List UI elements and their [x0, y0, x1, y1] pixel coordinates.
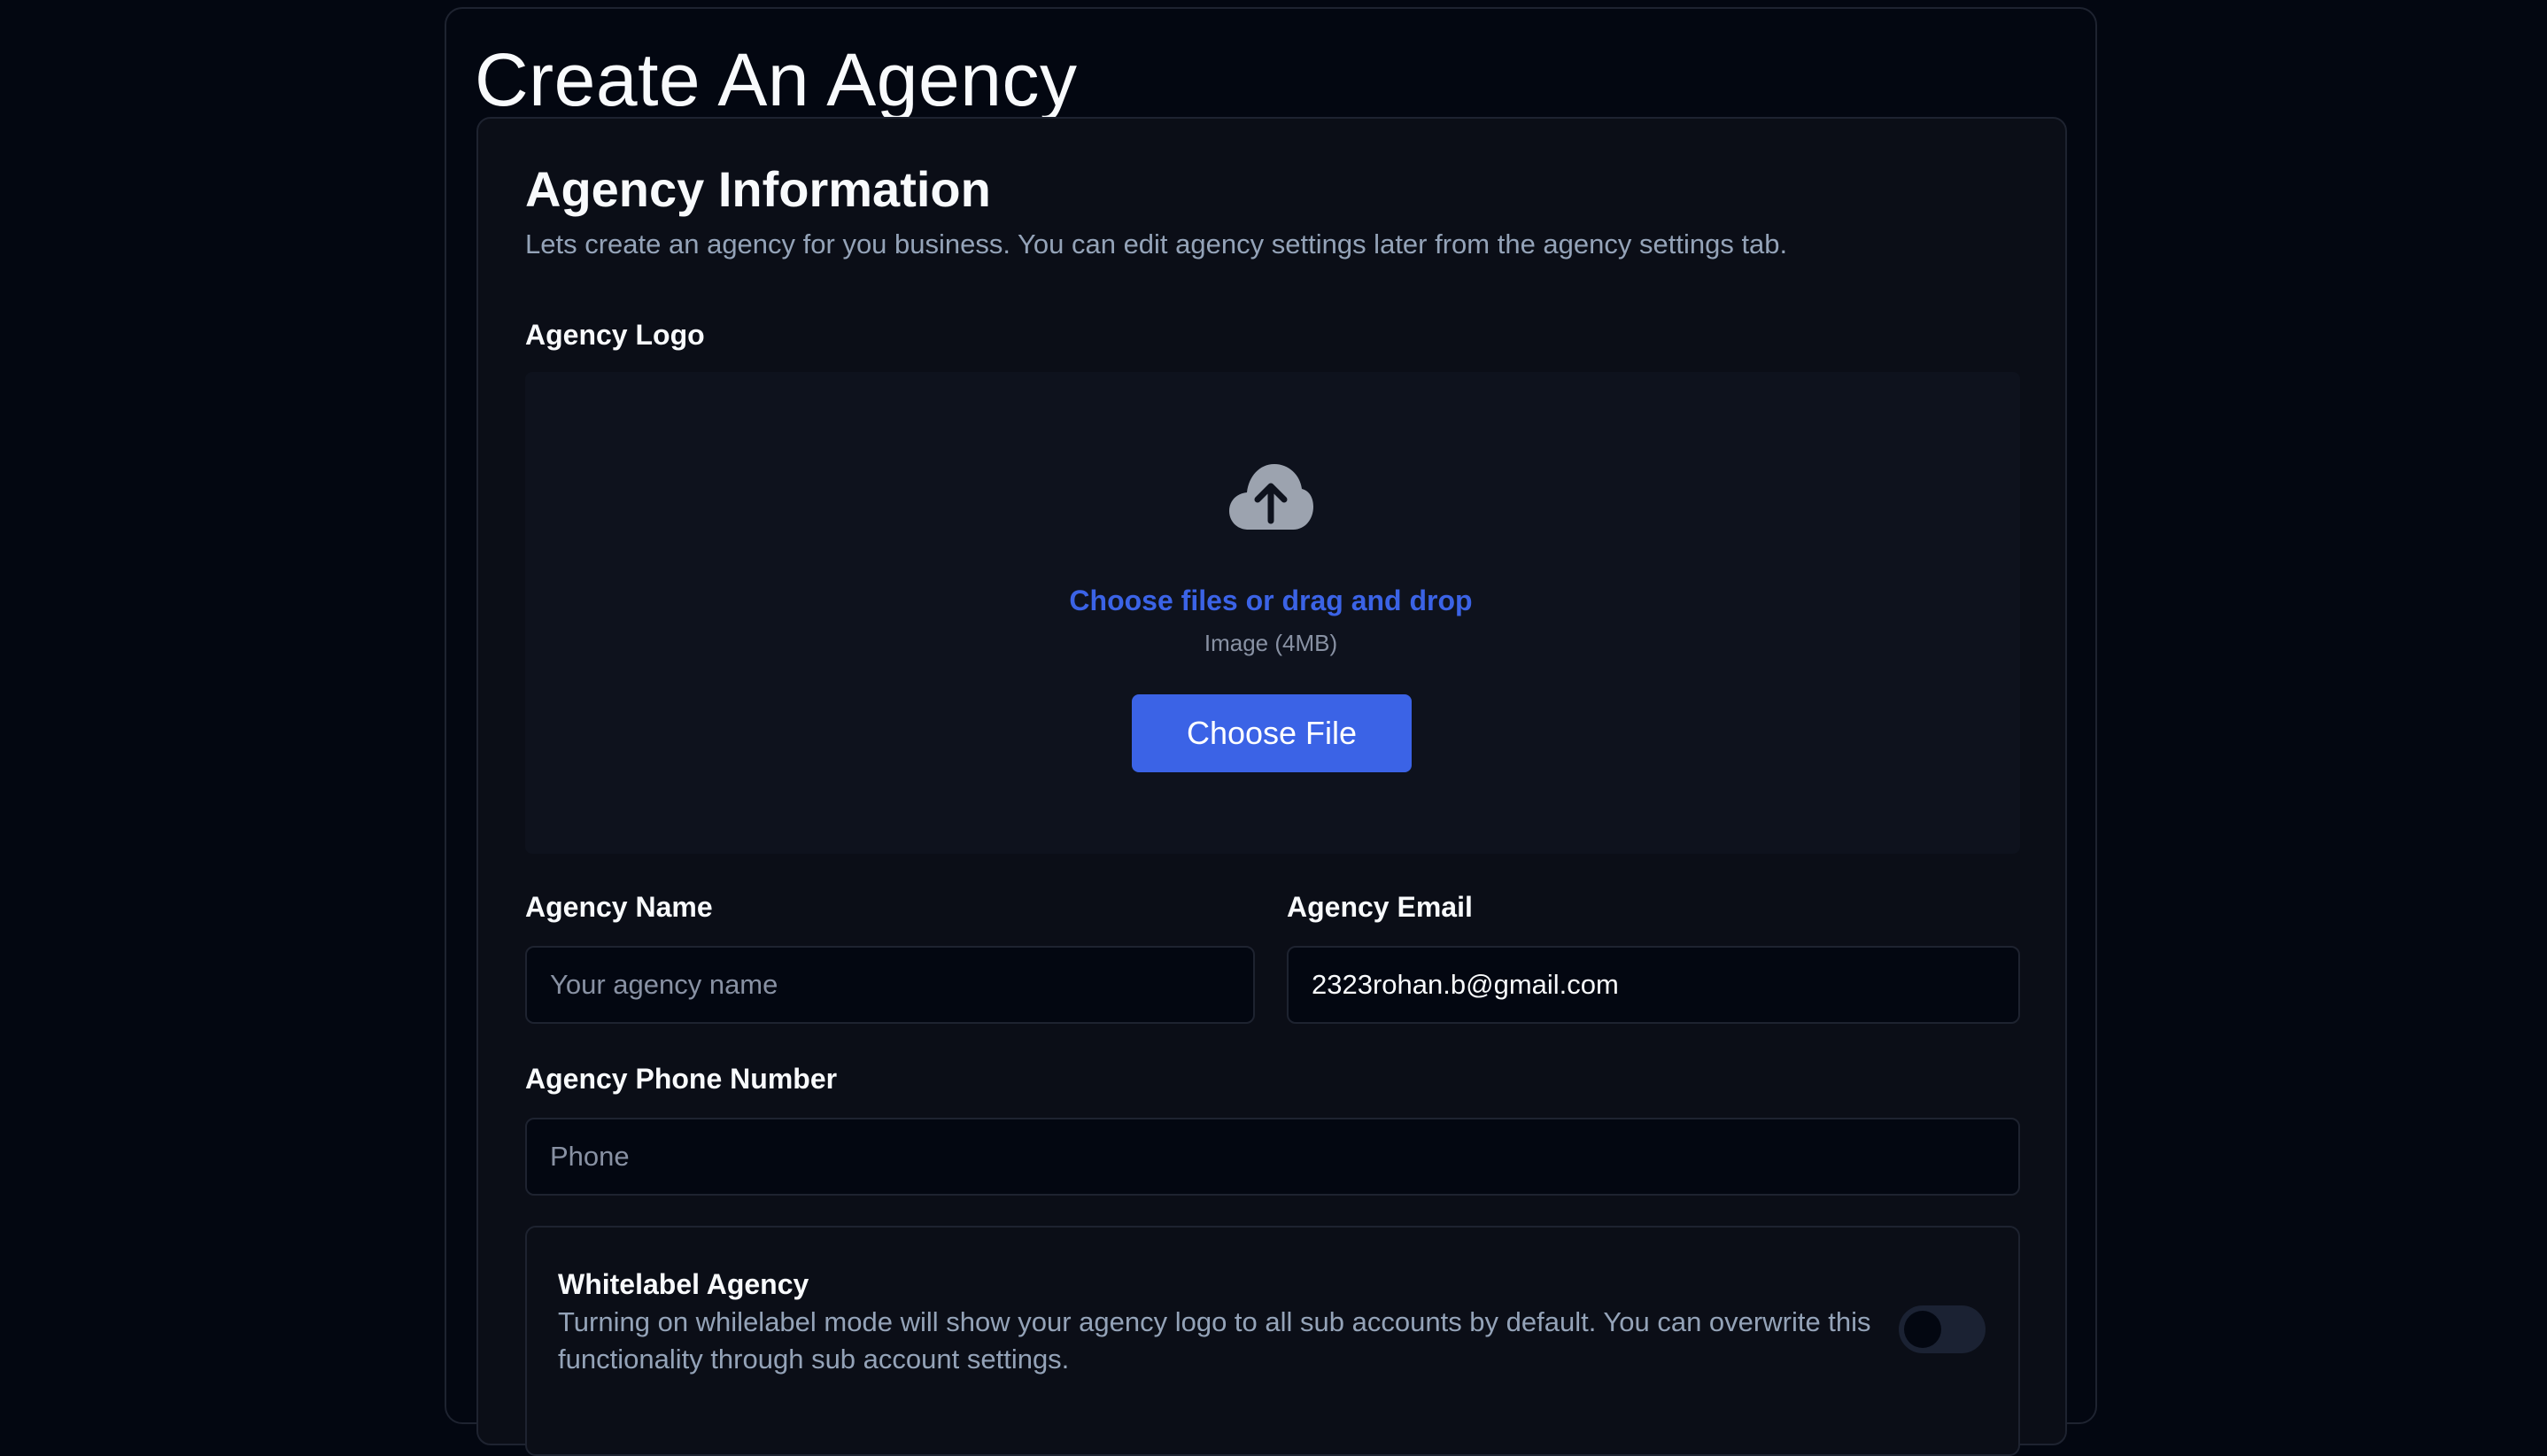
whitelabel-toggle[interactable] — [1899, 1305, 1986, 1353]
choose-files-link[interactable]: Choose files or drag and drop — [917, 579, 1625, 622]
card-description: Lets create an agency for you business. … — [525, 228, 1788, 259]
agency-name-input[interactable] — [525, 946, 1255, 1024]
agency-name-label: Agency Name — [525, 891, 713, 923]
cloud-upload-icon — [1229, 464, 1313, 530]
whitelabel-title: Whitelabel Agency — [558, 1268, 809, 1300]
agency-logo-label: Agency Logo — [525, 319, 705, 351]
agency-phone-label: Agency Phone Number — [525, 1063, 838, 1095]
toggle-knob — [1904, 1311, 1941, 1348]
card-title: Agency Information — [525, 161, 991, 217]
choose-file-button[interactable]: Choose File — [1132, 694, 1412, 772]
agency-email-input[interactable] — [1287, 946, 2020, 1024]
whitelabel-description: Turning on whilelabel mode will show you… — [558, 1306, 1871, 1375]
agency-phone-input[interactable] — [525, 1118, 2020, 1196]
agency-email-label: Agency Email — [1287, 891, 1473, 923]
page-title: Create An Agency — [475, 38, 1078, 121]
file-size-hint: Image (4MB) — [1204, 630, 1338, 656]
